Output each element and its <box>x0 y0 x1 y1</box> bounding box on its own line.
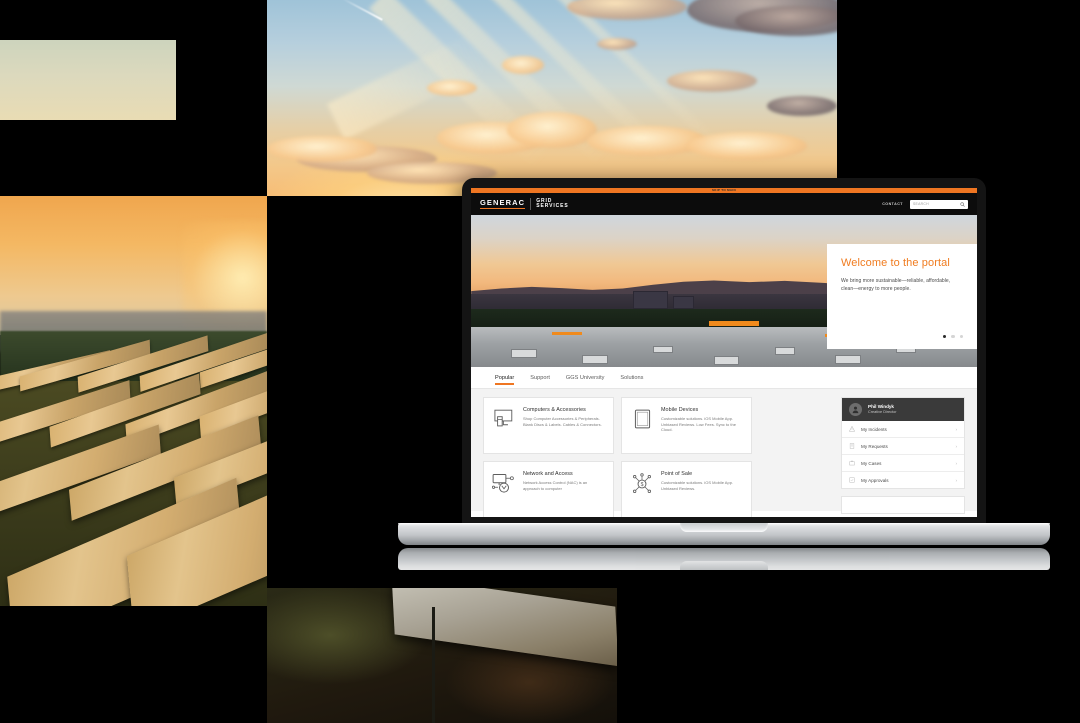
card-title: Mobile Devices <box>661 407 699 413</box>
carousel-dot-3[interactable] <box>959 334 963 338</box>
chevron-right-icon: › <box>955 477 957 483</box>
card-body: Network Access Control (NAC) is an appro… <box>523 480 588 491</box>
user-header[interactable]: Phil Windyk Creative Director <box>842 398 964 421</box>
sidebar-item-my-cases[interactable]: My Cases › <box>842 455 964 472</box>
point-of-sale-icon: $ <box>630 471 654 508</box>
search-icon <box>960 201 965 207</box>
hero-heading: Welcome to the portal <box>841 257 950 269</box>
brand-primary-label: GENERAC <box>480 198 526 207</box>
card-network-and-access[interactable]: Network and Access Network Access Contro… <box>483 461 614 517</box>
card-point-of-sale[interactable]: $ Point of Sale Customizable solutions. … <box>621 461 752 517</box>
tab-popular[interactable]: Popular <box>495 367 515 388</box>
card-computers-accessories[interactable]: Computers & Accessories Shop Computer Ac… <box>483 397 614 454</box>
network-monitor-icon <box>492 471 516 508</box>
solar-farm-photo <box>0 196 267 606</box>
grid-services-wordmark: GRID SERVICES <box>536 198 569 210</box>
laptop-base-reflection <box>398 548 1050 570</box>
portal-sidebar: Phil Windyk Creative Director My Inciden… <box>841 397 965 514</box>
card-title: Network and Access <box>523 471 573 477</box>
card-body: Customizable solutions. iOS Mobile App. … <box>661 416 736 433</box>
main-content: Computers & Accessories Shop Computer Ac… <box>471 389 977 517</box>
tab-support[interactable]: Support <box>530 367 550 388</box>
desktop-computer-icon <box>492 407 516 444</box>
brand-divider <box>530 198 532 210</box>
card-text-block: Mobile Devices Customizable solutions. i… <box>661 407 743 444</box>
card-text-block: Point of Sale Customizable solutions. iO… <box>661 471 743 508</box>
approval-icon <box>849 477 855 483</box>
user-meta: Phil Windyk Creative Director <box>868 404 896 416</box>
case-icon <box>849 460 855 466</box>
carousel-dot-1[interactable] <box>942 334 947 338</box>
sidebar-item-my-requests[interactable]: My Requests › <box>842 438 964 455</box>
carousel-dots[interactable] <box>942 334 963 338</box>
skip-to-main-label: SKIP TO MAIN <box>712 188 736 192</box>
screenshot-stage: SKIP TO MAIN GENERAC GRID SERVICES CONTA… <box>0 0 1080 723</box>
card-body: Shop Computer Accessories & Peripherals.… <box>523 416 602 427</box>
card-title: Computers & Accessories <box>523 407 586 413</box>
laptop: SKIP TO MAIN GENERAC GRID SERVICES CONTA… <box>398 178 1050 578</box>
skip-to-main-bar[interactable]: SKIP TO MAIN <box>471 188 977 193</box>
solar-panel-closeup-photo <box>267 588 617 723</box>
card-text-block: Network and Access Network Access Contro… <box>523 471 605 508</box>
user-role: Creative Director <box>868 409 897 414</box>
brand-underline <box>480 207 526 209</box>
chevron-right-icon: › <box>955 460 957 466</box>
laptop-lid: SKIP TO MAIN GENERAC GRID SERVICES CONTA… <box>462 178 986 526</box>
user-avatar-icon <box>849 403 862 416</box>
brand-secondary-line2: SERVICES <box>536 203 569 209</box>
header-right-group: CONTACT SEARCH <box>882 199 968 209</box>
chevron-right-icon: › <box>955 426 957 432</box>
laptop-screen: SKIP TO MAIN GENERAC GRID SERVICES CONTA… <box>471 188 977 517</box>
brand-logo[interactable]: GENERAC GRID SERVICES <box>480 198 569 210</box>
secondary-sidebar-panel <box>841 496 965 514</box>
user-name: Phil Windyk <box>868 403 894 409</box>
tab-solutions[interactable]: Solutions <box>620 367 643 388</box>
contact-link[interactable]: CONTACT <box>882 202 903 206</box>
search-input[interactable]: SEARCH <box>910 199 968 209</box>
laptop-base-notch-reflection <box>680 561 768 570</box>
carousel-dot-2[interactable] <box>951 334 955 338</box>
category-card-grid: Computers & Accessories Shop Computer Ac… <box>483 397 833 517</box>
sunset-sky-photo <box>267 0 837 196</box>
tab-ggs-university[interactable]: GGS University <box>566 367 605 388</box>
laptop-base-notch <box>680 523 768 532</box>
sidebar-item-label: My Approvals <box>861 477 889 483</box>
site-header: GENERAC GRID SERVICES CONTACT SEARCH <box>471 193 977 215</box>
card-text-block: Computers & Accessories Shop Computer Ac… <box>523 407 605 444</box>
card-title: Point of Sale <box>661 471 693 477</box>
hero-banner: Welcome to the portal We bring more sust… <box>471 215 977 367</box>
hero-card: Welcome to the portal We bring more sust… <box>827 244 977 349</box>
generac-wordmark: GENERAC <box>480 198 526 209</box>
search-placeholder: SEARCH <box>913 202 929 206</box>
tablet-icon <box>630 407 654 444</box>
user-menu-panel: Phil Windyk Creative Director My Inciden… <box>841 397 965 489</box>
content-tabs: Popular Support GGS University Solutions <box>471 367 977 389</box>
sidebar-item-label: My Incidents <box>861 426 887 432</box>
request-icon <box>849 443 855 449</box>
incident-icon <box>849 426 855 432</box>
card-mobile-devices[interactable]: Mobile Devices Customizable solutions. i… <box>621 397 752 454</box>
sidebar-item-my-approvals[interactable]: My Approvals › <box>842 472 964 488</box>
sidebar-item-label: My Cases <box>861 460 882 466</box>
laptop-base <box>398 523 1050 545</box>
svg-text:$: $ <box>641 482 644 488</box>
pale-sage-swatch <box>0 40 176 120</box>
chevron-right-icon: › <box>955 443 957 449</box>
sidebar-item-my-incidents[interactable]: My Incidents › <box>842 421 964 438</box>
hero-body-text: We bring more sustainable—reliable, affo… <box>841 278 951 292</box>
sidebar-item-label: My Requests <box>861 443 888 449</box>
card-body: Customizable solutions. iOS Mobile App. … <box>661 480 734 491</box>
